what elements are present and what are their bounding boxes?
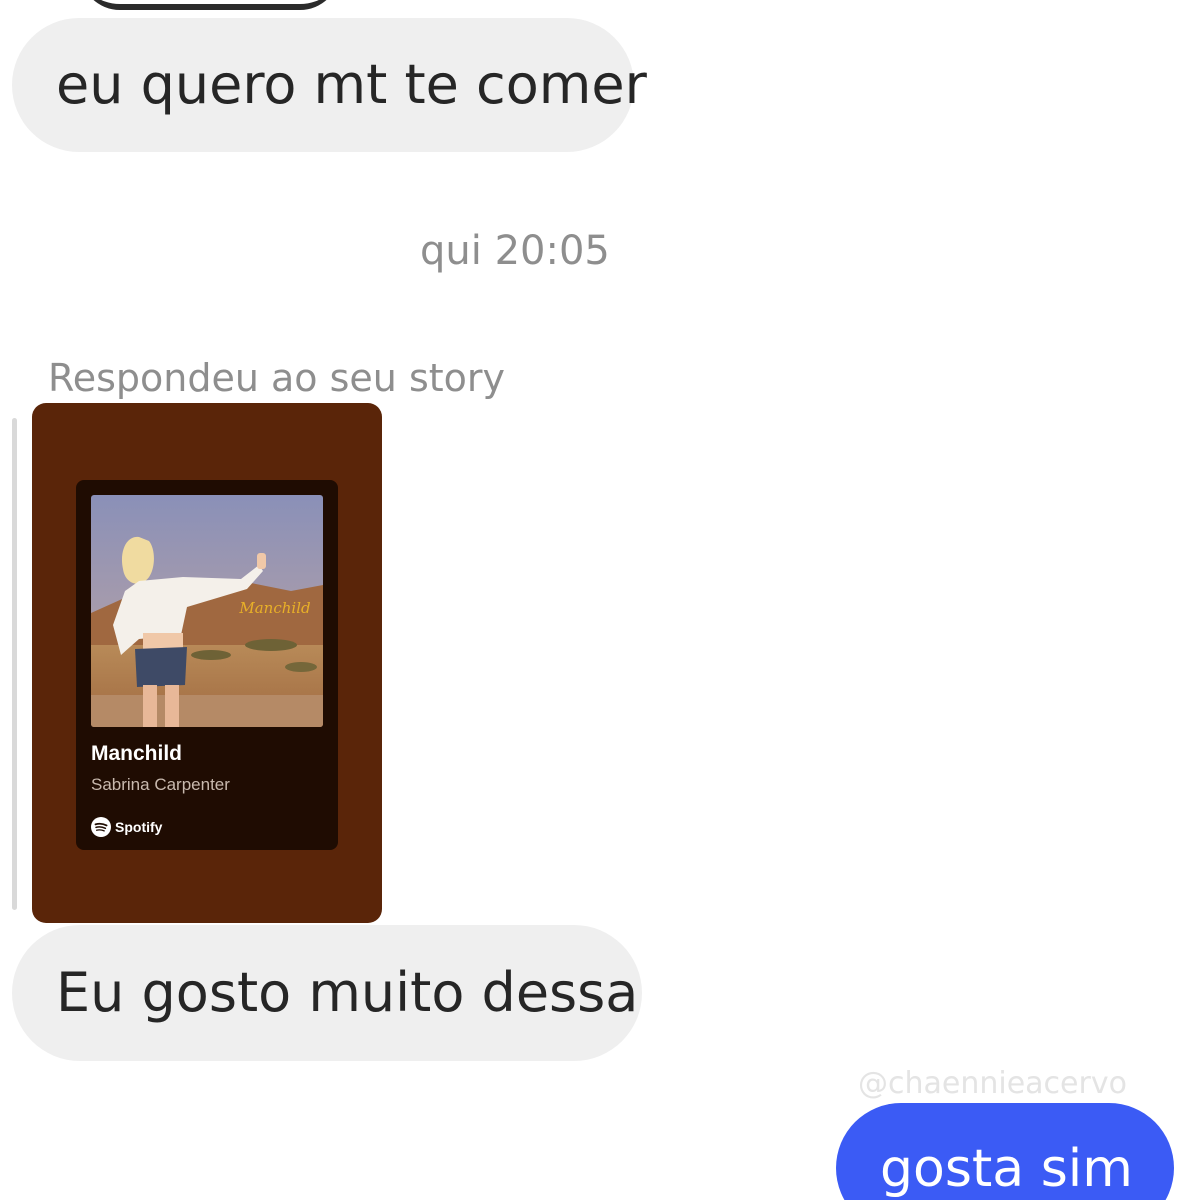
watermark: @chaennieacervo: [858, 1066, 1127, 1101]
incoming-message-bubble[interactable]: eu quero mt te comer: [12, 18, 647, 152]
story-preview[interactable]: Manchild Manchild Sabrina Carpenter Spot…: [32, 403, 382, 923]
chat-thread: eu quero mt te comer qui 20:05 Respondeu…: [0, 0, 1200, 1200]
incoming-message-bubble[interactable]: Eu gosto muito dessa: [12, 925, 642, 1061]
reply-indicator-line: [12, 418, 17, 910]
album-cover: Manchild: [91, 495, 323, 727]
previous-media-edge: [80, 0, 340, 10]
message-text: Eu gosto muito dessa: [56, 961, 639, 1024]
spotify-brand: Spotify: [91, 817, 162, 837]
track-title: Manchild: [91, 742, 183, 765]
outgoing-message-bubble[interactable]: gosta sim: [836, 1103, 1174, 1200]
spotify-icon: [91, 817, 111, 837]
story-reply-label: Respondeu ao seu story: [48, 356, 506, 400]
spotify-label: Spotify: [115, 819, 163, 835]
track-artist: Sabrina Carpenter: [91, 775, 230, 794]
message-text: eu quero mt te comer: [56, 53, 647, 116]
album-cover-art: Manchild: [91, 495, 323, 727]
album-cover-title: Manchild: [238, 599, 310, 617]
message-timestamp: qui 20:05: [420, 228, 610, 274]
spotify-share-card: Manchild Manchild Sabrina Carpenter Spot…: [76, 480, 338, 850]
message-text: gosta sim: [880, 1139, 1133, 1199]
